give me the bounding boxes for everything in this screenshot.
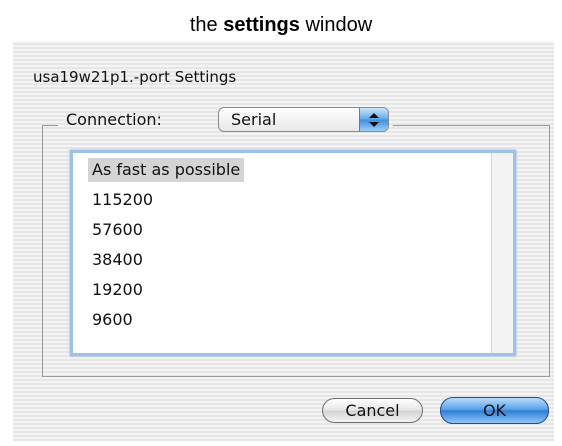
list-item[interactable]: 9600 — [88, 308, 137, 332]
list-item[interactable]: 57600 — [88, 218, 147, 242]
caption-suffix: window — [305, 14, 373, 36]
cancel-button[interactable]: Cancel — [322, 398, 423, 423]
listbox-scrollbar[interactable] — [491, 153, 513, 353]
speed-listbox[interactable]: As fast as possible 115200 57600 38400 19200… — [70, 150, 516, 356]
ok-button[interactable]: OK — [440, 397, 549, 424]
list-item[interactable]: 38400 — [88, 248, 147, 272]
connection-popup-button[interactable]: Serial — [218, 107, 389, 132]
list-item[interactable]: As fast as possible — [88, 158, 245, 182]
connection-label: Connection: — [66, 110, 162, 129]
list-item[interactable]: 19200 — [88, 278, 147, 302]
window-title: usa19w21p1.-port Settings — [33, 68, 237, 86]
connection-popup-value: Serial — [231, 110, 277, 129]
caption-bold-word: settings — [223, 14, 300, 36]
caption-prefix: the — [189, 14, 218, 36]
list-item[interactable]: 115200 — [88, 188, 157, 212]
up-down-arrows-icon — [359, 108, 388, 131]
figure-caption: the settings window — [0, 14, 562, 37]
